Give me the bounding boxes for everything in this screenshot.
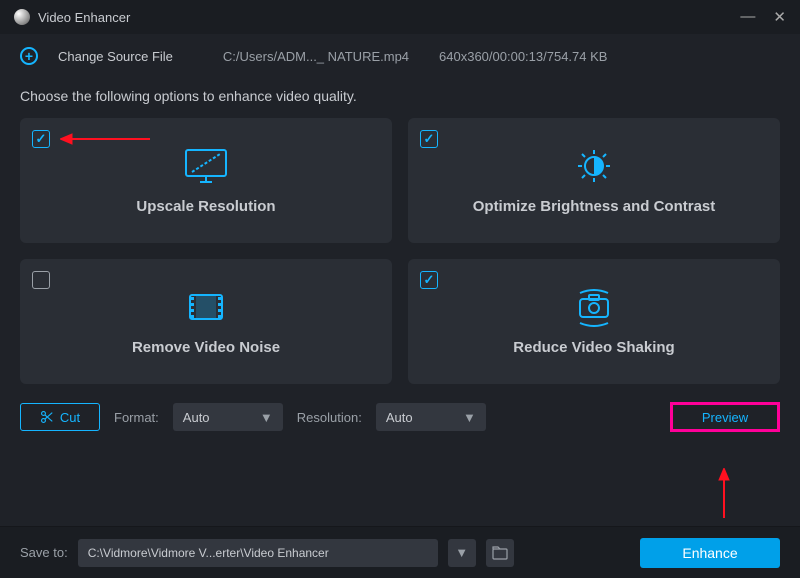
option-reduce-shaking[interactable]: Reduce Video Shaking: [408, 259, 780, 384]
resolution-value: Auto: [386, 410, 413, 425]
annotation-arrow: [718, 468, 730, 518]
instruction-text: Choose the following options to enhance …: [0, 78, 800, 118]
checkbox-shake[interactable]: [420, 271, 438, 289]
footer: Save to: C:\Vidmore\Vidmore V...erter\Vi…: [0, 526, 800, 578]
folder-icon: [492, 546, 508, 560]
options-grid: Upscale Resolution Optimize Brightness a…: [0, 118, 800, 384]
close-button[interactable]: ✕: [773, 8, 786, 26]
option-label: Remove Video Noise: [132, 339, 280, 356]
add-icon[interactable]: +: [20, 47, 38, 65]
format-label: Format:: [114, 410, 159, 425]
enhance-button[interactable]: Enhance: [640, 538, 780, 568]
option-label: Upscale Resolution: [136, 198, 275, 215]
checkbox-upscale[interactable]: [32, 130, 50, 148]
app-title: Video Enhancer: [38, 10, 130, 25]
monitor-icon: [182, 146, 230, 186]
source-meta: 640x360/00:00:13/754.74 KB: [439, 49, 607, 64]
cut-label: Cut: [60, 410, 80, 425]
checkbox-brightness[interactable]: [420, 130, 438, 148]
title-bar: Video Enhancer — ✕: [0, 0, 800, 34]
saveto-path[interactable]: C:\Vidmore\Vidmore V...erter\Video Enhan…: [78, 539, 438, 567]
toolbar: + Change Source File C:/Users/ADM..._ NA…: [0, 34, 800, 78]
scissors-icon: [40, 410, 54, 424]
format-value: Auto: [183, 410, 210, 425]
saveto-dropdown[interactable]: ▼: [448, 539, 476, 567]
control-row: Cut Format: Auto ▼ Resolution: Auto ▼ Pr…: [0, 384, 800, 432]
brightness-icon: [570, 146, 618, 186]
checkbox-noise[interactable]: [32, 271, 50, 289]
resolution-label: Resolution:: [297, 410, 362, 425]
camera-icon: [570, 287, 618, 327]
open-folder-button[interactable]: [486, 539, 514, 567]
annotation-arrow: [60, 133, 150, 145]
saveto-label: Save to:: [20, 545, 68, 560]
preview-button[interactable]: Preview: [670, 402, 780, 432]
cut-button[interactable]: Cut: [20, 403, 100, 431]
option-label: Reduce Video Shaking: [513, 339, 674, 356]
resolution-select[interactable]: Auto ▼: [376, 403, 486, 431]
source-path: C:/Users/ADM..._ NATURE.mp4: [223, 49, 409, 64]
film-icon: [182, 287, 230, 327]
enhance-label: Enhance: [682, 545, 737, 561]
change-source-button[interactable]: Change Source File: [58, 49, 173, 64]
app-icon: [14, 9, 30, 25]
preview-label: Preview: [702, 410, 748, 425]
option-upscale-resolution[interactable]: Upscale Resolution: [20, 118, 392, 243]
chevron-down-icon: ▼: [260, 410, 273, 425]
chevron-down-icon: ▼: [463, 410, 476, 425]
format-select[interactable]: Auto ▼: [173, 403, 283, 431]
option-remove-noise[interactable]: Remove Video Noise: [20, 259, 392, 384]
option-optimize-brightness[interactable]: Optimize Brightness and Contrast: [408, 118, 780, 243]
minimize-button[interactable]: —: [740, 8, 755, 26]
chevron-down-icon: ▼: [455, 545, 468, 560]
option-label: Optimize Brightness and Contrast: [473, 198, 716, 215]
